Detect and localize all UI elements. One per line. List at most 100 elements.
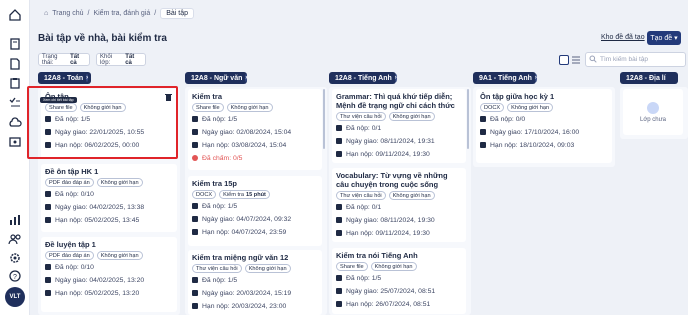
help-icon[interactable]: ? [7, 269, 23, 283]
card-tags: PDF đáo đáp án Không giới hạn [45, 251, 173, 260]
tooltip: Xem chi tiết bài tập [40, 97, 77, 103]
page-title: Bài tập về nhà, bài kiểm tra [38, 33, 167, 44]
create-exam-button[interactable]: Tạo đề ▾ [647, 31, 681, 45]
calendar-icon [192, 216, 198, 222]
trash-icon[interactable] [165, 93, 172, 101]
user-icon [192, 277, 198, 283]
main-area: ⌂ Trang chủ / Kiểm tra, đánh giá / Bài t… [30, 0, 688, 315]
source-tag: Thư viện câu hỏi [336, 112, 386, 121]
assignment-card[interactable]: Ôn tập giữa học kỳ 1 DOCX Không giới hạn… [476, 89, 612, 163]
calendar-icon [336, 288, 342, 294]
search-icon [589, 55, 597, 65]
file-type-tag: PDF đáo đáp án [45, 251, 94, 260]
kho-de-link[interactable]: Kho đề đã tạo [601, 34, 645, 41]
home-icon[interactable]: ⌂ [44, 10, 48, 17]
column-header[interactable]: 12A8 - Tiếng Anh › [329, 72, 397, 84]
card-title: Kiểm tra 15p [192, 179, 238, 188]
due-date: Hạn nộp: 09/11/2024, 19:30 [336, 227, 462, 239]
due-date: Hạn nộp: 20/03/2024, 23:00 [192, 300, 318, 312]
column-header[interactable]: 12A8 - Toán › [38, 72, 91, 84]
calendar-icon [45, 277, 51, 283]
column-scrollbar[interactable] [323, 89, 325, 149]
status-filter-label: Trạng thái: [42, 53, 58, 66]
svg-text:?: ? [13, 274, 17, 281]
user-icon [45, 191, 51, 197]
chart-icon[interactable] [7, 213, 23, 227]
assignment-card[interactable]: Vocabulary: Từ vựng về những câu chuyện … [332, 168, 466, 242]
card-title: Kiểm tra nói Tiếng Anh [336, 251, 418, 260]
search-input[interactable] [600, 56, 680, 63]
chevron-right-icon: › [394, 74, 397, 82]
time-limit-tag: Không giới hạn [370, 262, 417, 271]
clock-icon [192, 142, 198, 148]
user-icon [336, 275, 342, 281]
empty-illustration-icon [647, 101, 659, 114]
due-date: Hạn nộp: 26/07/2024, 08:51 [336, 298, 462, 310]
due-date: Hạn nộp: 03/08/2024, 15:04 [192, 139, 318, 151]
card-title: Đề luyện tập 1 [45, 240, 96, 249]
assignment-card[interactable]: Kiểm tra Share file Không giới hạn Đã nộ… [188, 89, 322, 170]
breadcrumb-assessment[interactable]: Kiểm tra, đánh giá [93, 10, 150, 17]
breadcrumb-current: Bài tập [160, 7, 195, 19]
clock-icon [336, 301, 342, 307]
source-tag: Thư viện câu hỏi [336, 191, 386, 200]
breadcrumb-home[interactable]: Trang chủ [52, 10, 83, 17]
submitted-count: Đã nộp: 0/10 [45, 261, 173, 273]
assignment-card[interactable]: Grammar: Thì quá khứ tiếp diễn; Mệnh đề … [332, 89, 466, 163]
time-limit-tag: Không giới hạn [96, 178, 143, 187]
list-view-icon[interactable] [571, 55, 581, 65]
submitted-count: Đã nộp: 1/5 [336, 272, 462, 284]
column-body: Grammar: Thì quá khứ tiếp diễn; Mệnh đề … [329, 87, 471, 315]
clock-icon [192, 229, 198, 235]
chevron-down-icon: ▾ [674, 35, 678, 42]
cloud-icon[interactable] [7, 116, 23, 130]
home-icon[interactable] [7, 8, 23, 22]
card-tags: Thư viện câu hỏi Không giới hạn [336, 112, 462, 121]
due-date: Hạn nộp: 05/02/2025, 13:45 [45, 214, 173, 226]
book-icon[interactable] [7, 37, 23, 51]
check-list-icon[interactable] [7, 96, 23, 110]
due-date: Hạn nộp: 05/02/2025, 13:20 [45, 287, 173, 299]
status-filter[interactable]: Trạng thái: Tất cả [38, 53, 90, 66]
column-header[interactable]: 9A1 - Tiếng Anh › [473, 72, 537, 84]
clock-icon [45, 290, 51, 296]
assignment-card[interactable]: Đề ôn tập HK 1 PDF đáo đáp án Không giới… [41, 164, 177, 232]
file-type-tag: Share file [45, 103, 77, 112]
user-icon [480, 116, 486, 122]
calendar-icon [192, 290, 198, 296]
clock-icon [336, 230, 342, 236]
avatar[interactable]: VLT [5, 287, 25, 307]
file-type-tag: DOCX [192, 190, 217, 199]
breadcrumb-separator: / [87, 9, 90, 17]
assignment-card[interactable]: Kiểm tra 15p DOCX Kiểm tra 15 phút Đã nộ… [188, 176, 322, 246]
alert-icon [192, 155, 198, 161]
grid-view-icon[interactable] [559, 55, 569, 65]
calendar-icon [480, 129, 486, 135]
assigned-date: Ngày giao: 04/02/2025, 13:38 [45, 201, 173, 213]
card-tags: Share file Không giới hạn [192, 103, 318, 112]
column-scrollbar[interactable] [467, 89, 469, 149]
card-title: Vocabulary: Từ vựng về những câu chuyện … [336, 171, 448, 189]
submitted-count: Đã nộp: 1/5 [192, 113, 318, 125]
assignment-card[interactable]: Kiểm tra nói Tiếng Anh Share file Không … [332, 248, 466, 314]
people-icon[interactable] [7, 232, 23, 246]
sidebar: ? VLT [0, 0, 30, 315]
assignment-card[interactable]: Đề luyện tập 1 PDF đáo đáp án Không giới… [41, 237, 177, 312]
grade-filter[interactable]: Khối lớp: Tất cả [96, 53, 146, 66]
due-date: Hạn nộp: 04/07/2024, 23:59 [192, 226, 318, 238]
column-header[interactable]: 12A8 - Địa lí [620, 72, 678, 84]
chevron-right-icon: › [534, 74, 537, 82]
submitted-count: Đã nộp: 0/0 [480, 113, 608, 125]
settings-icon[interactable] [7, 251, 23, 265]
column-header-label: 12A8 - Toán [44, 74, 84, 82]
time-limit-tag: Không giới hạn [388, 191, 435, 200]
calendar-icon [192, 129, 198, 135]
clipboard-icon[interactable] [7, 76, 23, 90]
assignment-card[interactable]: Kiểm tra miệng ngữ văn 12 Thư viện câu h… [188, 250, 322, 315]
document-icon[interactable] [7, 57, 23, 71]
due-date: Hạn nộp: 09/11/2024, 19:30 [336, 148, 462, 160]
quiz-icon[interactable] [7, 135, 23, 149]
card-tags: Thư viện câu hỏi Không giới hạn [192, 264, 318, 273]
column-header[interactable]: 12A8 - Ngữ văn › [185, 72, 248, 84]
user-icon [192, 203, 198, 209]
